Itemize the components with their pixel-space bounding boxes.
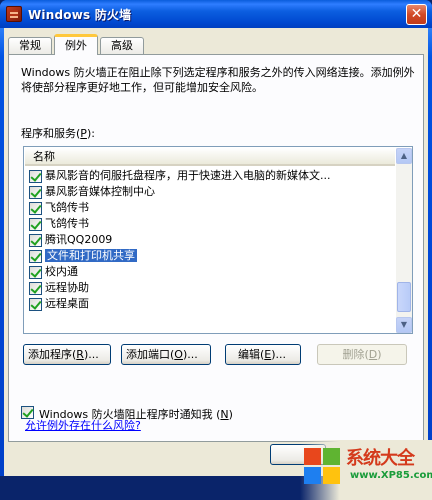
program-label: 文件和打印机共享: [45, 249, 137, 262]
edit-label: 编辑: [238, 348, 260, 361]
add-port-suffix: ...: [187, 348, 198, 361]
tab-exceptions[interactable]: 例外: [54, 34, 98, 55]
programs-list[interactable]: 名称 暴风影音的伺服托盘程序，用于快速进入电脑的新媒体文... 暴风影音媒体控制中…: [23, 146, 413, 334]
delete-button[interactable]: 删除(D): [317, 344, 407, 365]
add-port-accel: O: [174, 348, 183, 361]
program-row[interactable]: 远程协助: [25, 280, 395, 296]
program-row[interactable]: 远程桌面: [25, 296, 395, 312]
programs-accel: P: [80, 127, 87, 140]
program-checkbox[interactable]: [29, 234, 42, 247]
edit-button[interactable]: 编辑(E)...: [225, 344, 301, 365]
edit-suffix: ...: [275, 348, 287, 361]
exceptions-description: Windows 防火墙正在阻止除下列选定程序和服务之外的传入网络连接。添加例外将…: [21, 66, 415, 94]
program-label: 腾讯QQ2009: [45, 233, 113, 246]
program-checkbox[interactable]: [29, 298, 42, 311]
program-row[interactable]: 飞鸽传书: [25, 216, 395, 232]
program-label: 暴风影音的伺服托盘程序，用于快速进入电脑的新媒体文...: [45, 169, 331, 182]
exceptions-risk-link[interactable]: 允许例外存在什么风险?: [25, 417, 141, 433]
firewall-window: Windows 防火墙 ✕ 常规 例外 高级 Windows 防火墙正在阻止除下…: [0, 0, 432, 500]
programs-label-text: 程序和服务: [21, 127, 76, 140]
tab-general[interactable]: 常规: [8, 37, 52, 54]
program-row[interactable]: 文件和打印机共享: [25, 248, 395, 264]
program-rows: 暴风影音的伺服托盘程序，用于快速进入电脑的新媒体文... 暴风影音媒体控制中心 飞鸽…: [25, 168, 395, 312]
add-program-label: 添加程序: [28, 348, 72, 361]
notify-accel: N: [220, 408, 229, 421]
program-row[interactable]: 校内通: [25, 264, 395, 280]
program-row[interactable]: 飞鸽传书: [25, 200, 395, 216]
title-bar[interactable]: Windows 防火墙 ✕: [0, 0, 432, 28]
delete-label: 删除: [342, 348, 365, 361]
column-header-name[interactable]: 名称: [25, 148, 395, 166]
close-button[interactable]: ✕: [406, 4, 427, 25]
program-checkbox[interactable]: [29, 186, 42, 199]
program-label: 飞鸽传书: [45, 217, 89, 230]
program-label: 暴风影音媒体控制中心: [45, 185, 155, 198]
add-program-button[interactable]: 添加程序(R)...: [23, 344, 111, 365]
site-watermark: 系统大全 www.XP85.com: [300, 440, 432, 500]
program-checkbox[interactable]: [29, 218, 42, 231]
program-checkbox[interactable]: [29, 202, 42, 215]
program-label: 远程桌面: [45, 297, 89, 310]
tab-advanced[interactable]: 高级: [100, 37, 144, 54]
add-port-label: 添加端口: [126, 348, 170, 361]
watermark-title: 系统大全: [346, 448, 415, 469]
firewall-brick-icon: [6, 6, 22, 22]
program-label: 飞鸽传书: [45, 201, 89, 214]
add-port-button[interactable]: 添加端口(O)...: [121, 344, 211, 365]
program-checkbox[interactable]: [29, 250, 42, 263]
scroll-thumb[interactable]: [397, 282, 411, 312]
window-title: Windows 防火墙: [28, 8, 132, 22]
windows-logo-icon: [304, 448, 342, 488]
program-row[interactable]: 腾讯QQ2009: [25, 232, 395, 248]
scroll-down-button[interactable]: ▼: [396, 317, 412, 333]
edit-accel: E: [264, 348, 272, 361]
program-row[interactable]: 暴风影音的伺服托盘程序，用于快速进入电脑的新媒体文...: [25, 168, 395, 184]
program-row[interactable]: 暴风影音媒体控制中心: [25, 184, 395, 200]
dialog-client-area: 常规 例外 高级 Windows 防火墙正在阻止除下列选定程序和服务之外的传入网…: [4, 28, 432, 500]
programs-label: 程序和服务(P):: [21, 127, 95, 140]
program-checkbox[interactable]: [29, 266, 42, 279]
exceptions-panel: Windows 防火墙正在阻止除下列选定程序和服务之外的传入网络连接。添加例外将…: [8, 54, 424, 442]
program-checkbox[interactable]: [29, 282, 42, 295]
program-checkbox[interactable]: [29, 170, 42, 183]
list-scrollbar[interactable]: ▲ ▼: [396, 148, 412, 333]
program-label: 远程协助: [45, 281, 89, 294]
delete-accel: D: [368, 348, 378, 361]
program-label: 校内通: [45, 265, 78, 278]
add-program-accel: R: [76, 348, 84, 361]
scroll-up-button[interactable]: ▲: [396, 148, 412, 164]
add-program-suffix: ...: [88, 348, 99, 361]
